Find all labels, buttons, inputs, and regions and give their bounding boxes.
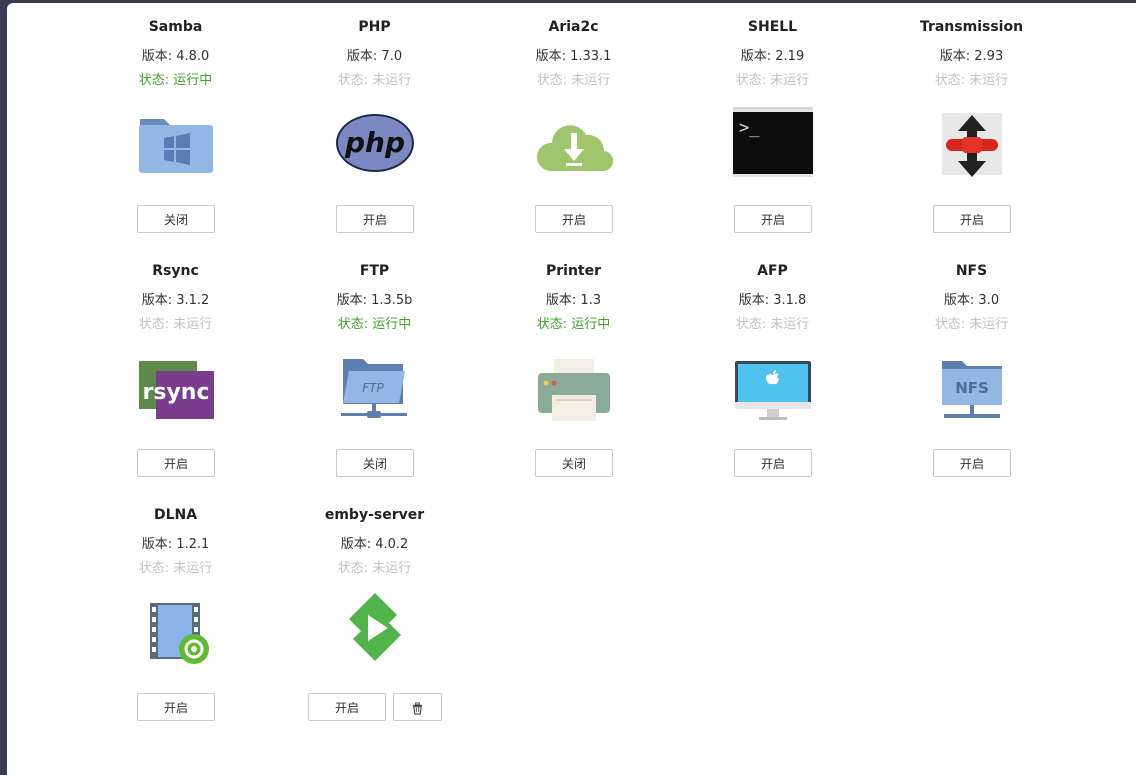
toggle-button[interactable]: 开启	[137, 449, 215, 477]
plugin-status: 状态: 未运行	[934, 73, 1009, 88]
plugin-name: Rsync	[152, 263, 199, 279]
plugin-version: 版本: 2.93	[939, 49, 1004, 64]
plugin-status: 状态: 未运行	[735, 73, 810, 88]
plugin-status: 状态: 运行中	[536, 317, 611, 332]
plugin-version: 版本: 4.8.0	[141, 49, 210, 64]
terminal-icon: >_	[728, 103, 820, 179]
plugin-status: 状态: 未运行	[735, 317, 810, 332]
plugin-status: 状态: 运行中	[337, 317, 412, 332]
rsync-icon: rsync	[136, 347, 216, 421]
toggle-button[interactable]: 开启	[336, 205, 414, 233]
delete-button[interactable]	[393, 693, 442, 721]
php-logo-icon: php	[335, 103, 415, 177]
plugin-panel: Samba 版本: 4.8.0 状态: 运行中 关闭 PHP 版本: 7.0 状…	[7, 3, 1136, 775]
plugin-card-ftp: FTP 版本: 1.3.5b 状态: 运行中 FTP 关闭	[275, 247, 474, 487]
plugin-card-aria2c: Aria2c 版本: 1.33.1 状态: 未运行 开启	[474, 3, 673, 243]
plugin-version: 版本: 1.3.5b	[336, 293, 413, 308]
plugin-card-samba: Samba 版本: 4.8.0 状态: 运行中 关闭	[76, 3, 275, 243]
trash-icon	[412, 702, 423, 715]
toggle-button[interactable]: 开启	[308, 693, 386, 721]
plugin-name: Printer	[545, 263, 602, 279]
samba-folder-icon	[136, 103, 216, 177]
printer-icon	[534, 347, 614, 421]
plugin-status: 状态: 未运行	[536, 73, 611, 88]
plugin-version: 版本: 1.33.1	[535, 49, 612, 64]
toggle-button[interactable]: 关闭	[336, 449, 414, 477]
toggle-button[interactable]: 开启	[933, 449, 1011, 477]
toggle-button[interactable]: 开启	[137, 693, 215, 721]
plugin-card-nfs: NFS 版本: 3.0 状态: 未运行 NFS 开启	[872, 247, 1071, 487]
toggle-button[interactable]: 开启	[933, 205, 1011, 233]
plugin-card-dlna: DLNA 版本: 1.2.1 状态: 未运行 开启	[76, 491, 275, 731]
ftp-folder-icon: FTP	[335, 347, 415, 421]
plugin-card-rsync: Rsync 版本: 3.1.2 状态: 未运行 rsync 开启	[76, 247, 275, 487]
plugin-card-printer: Printer 版本: 1.3 状态: 运行中 关闭	[474, 247, 673, 487]
plugin-version: 版本: 1.3	[545, 293, 602, 308]
nfs-icon-label: NFS	[955, 379, 989, 397]
toggle-button[interactable]: 开启	[734, 205, 812, 233]
toggle-button[interactable]: 开启	[734, 449, 812, 477]
plugin-card-emby-server: emby-server 版本: 4.0.2 状态: 未运行 开启	[275, 491, 474, 731]
plugin-name: Aria2c	[548, 19, 599, 35]
plugin-status: 状态: 未运行	[337, 561, 412, 576]
plugin-status: 状态: 运行中	[138, 73, 213, 88]
plugin-name: PHP	[358, 19, 391, 35]
plugin-name: FTP	[359, 263, 390, 279]
plugin-version: 版本: 3.1.8	[738, 293, 807, 308]
imac-apple-icon	[733, 347, 813, 421]
plugin-version: 版本: 1.2.1	[141, 537, 210, 552]
plugin-status: 状态: 未运行	[138, 317, 213, 332]
plugin-status: 状态: 未运行	[934, 317, 1009, 332]
plugin-name: SHELL	[747, 19, 798, 35]
plugin-version: 版本: 3.0	[943, 293, 1000, 308]
plugin-card-shell: SHELL 版本: 2.19 状态: 未运行 >_ 开启	[673, 3, 872, 243]
transmission-icon	[932, 103, 1012, 177]
svg-text:>_: >_	[739, 118, 760, 138]
plugin-status: 状态: 未运行	[138, 561, 213, 576]
svg-text:php: php	[344, 126, 405, 159]
rsync-icon-label: rsync	[143, 380, 210, 405]
plugin-version: 版本: 3.1.2	[141, 293, 210, 308]
nfs-folder-icon: NFS	[932, 347, 1012, 421]
ftp-icon-label: FTP	[362, 381, 384, 395]
toggle-button[interactable]: 关闭	[535, 449, 613, 477]
plugin-version: 版本: 4.0.2	[340, 537, 409, 552]
plugin-name: DLNA	[153, 507, 198, 523]
plugin-name: Samba	[148, 19, 203, 35]
plugin-version: 版本: 2.19	[740, 49, 805, 64]
toggle-button[interactable]: 关闭	[137, 205, 215, 233]
plugin-name: NFS	[955, 263, 988, 279]
emby-play-icon	[335, 591, 415, 665]
plugin-version: 版本: 7.0	[346, 49, 403, 64]
plugin-name: emby-server	[324, 507, 425, 523]
plugin-card-afp: AFP 版本: 3.1.8 状态: 未运行 开启	[673, 247, 872, 487]
toggle-button[interactable]: 开启	[535, 205, 613, 233]
plugin-name: AFP	[757, 263, 788, 279]
cloud-download-icon	[534, 103, 614, 177]
plugin-status: 状态: 未运行	[337, 73, 412, 88]
plugin-card-transmission: Transmission 版本: 2.93 状态: 未运行 开启	[872, 3, 1071, 243]
plugin-card-php: PHP 版本: 7.0 状态: 未运行 php 开启	[275, 3, 474, 243]
dlna-film-icon	[136, 591, 216, 665]
plugin-name: Transmission	[919, 19, 1024, 35]
